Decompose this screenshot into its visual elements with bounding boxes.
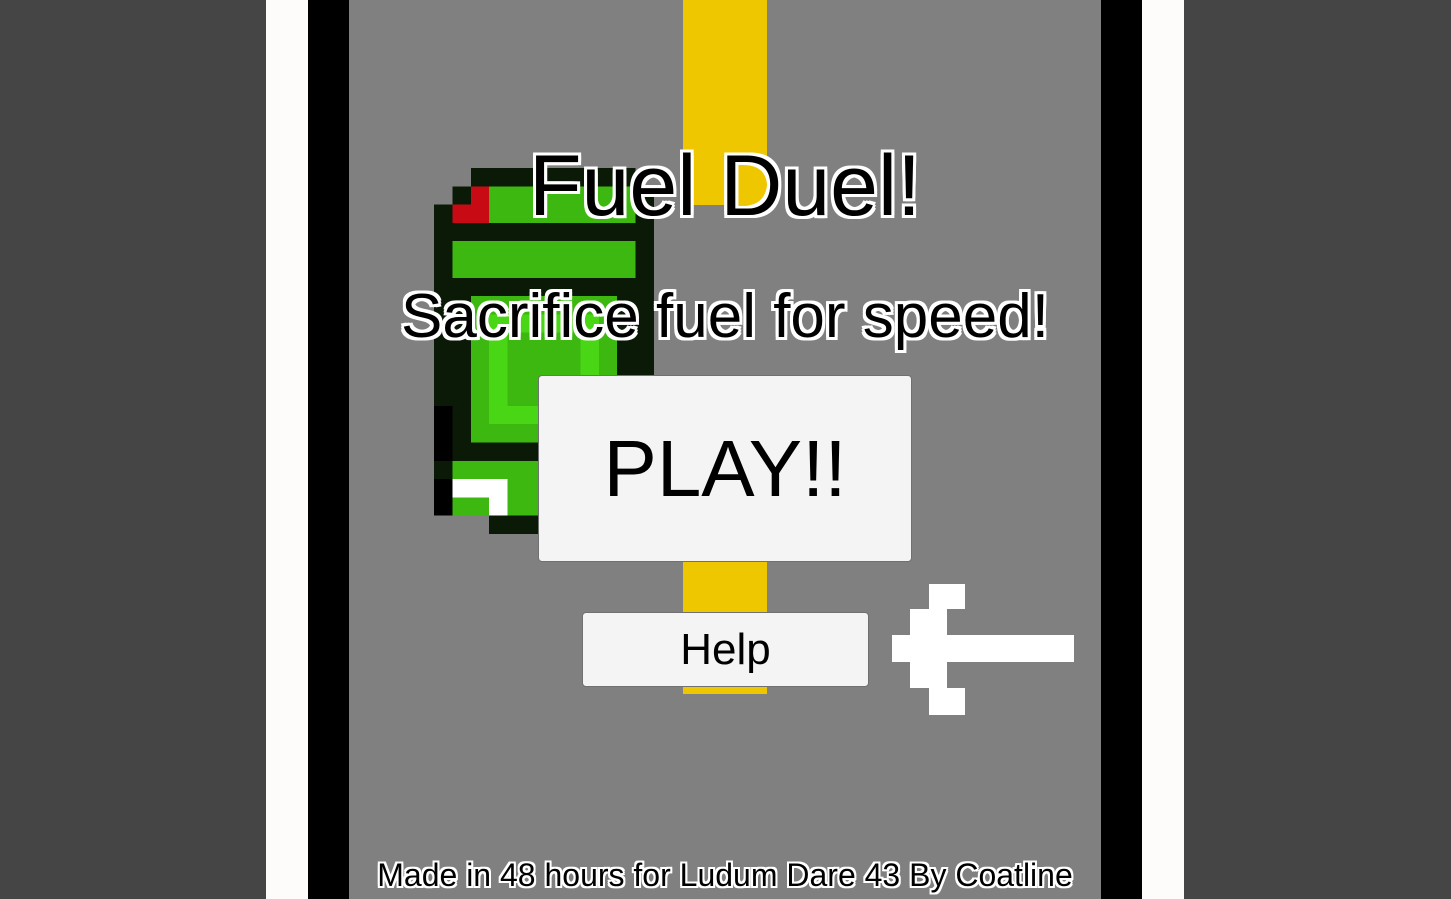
game-canvas: Fuel Duel! Sacrifice fuel for speed! PLA… (0, 0, 1451, 899)
credits-text: Made in 48 hours for Ludum Dare 43 By Co… (377, 857, 1073, 893)
help-button[interactable]: Help (582, 612, 869, 687)
play-button[interactable]: PLAY!! (538, 375, 912, 562)
road-shoulder-right (1142, 0, 1184, 899)
game-subtitle: Sacrifice fuel for speed! (401, 282, 1049, 351)
game-title: Fuel Duel! (529, 138, 921, 234)
road-shoulder-left (266, 0, 308, 899)
road-edge-left (308, 0, 349, 899)
road-edge-right (1101, 0, 1142, 899)
white-arrow-icon (892, 584, 1074, 715)
